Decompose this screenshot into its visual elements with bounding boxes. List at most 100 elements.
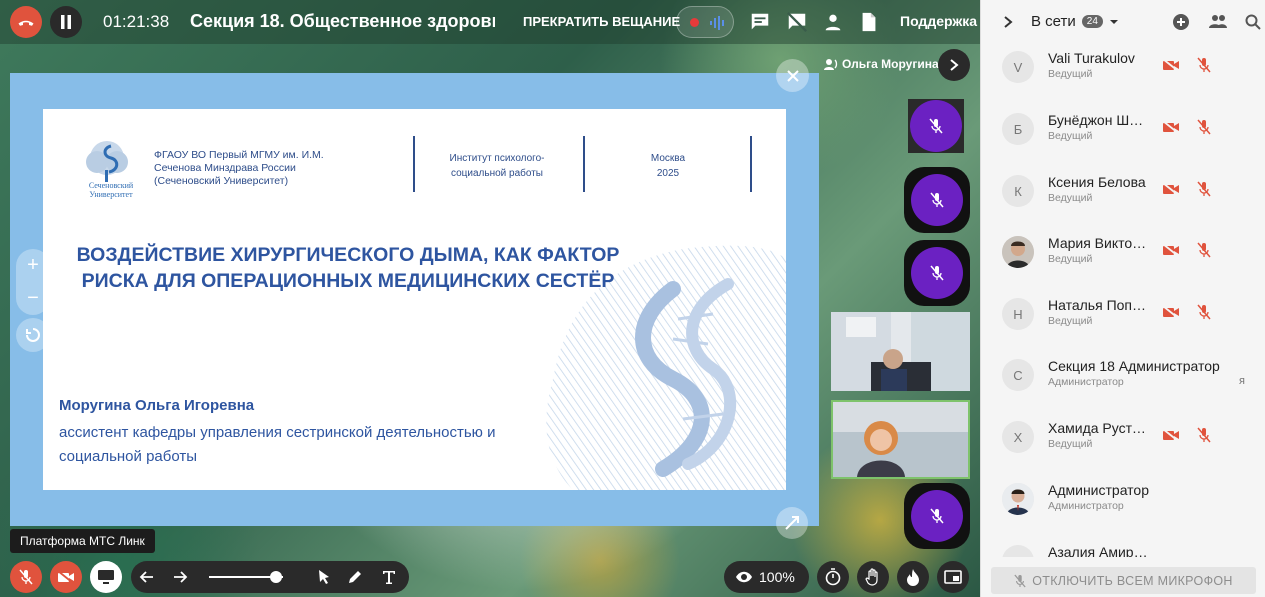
- text-tool-icon[interactable]: [381, 569, 397, 585]
- mic-off-icon: [930, 265, 944, 281]
- self-marker: я: [1239, 375, 1245, 387]
- participant-name: Бунёджон Шавкатов: [1048, 112, 1150, 128]
- participant-row[interactable]: Администратор Администратор: [981, 469, 1265, 531]
- participant-row[interactable]: V Vali Turakulov Ведущий: [981, 37, 1265, 99]
- camera-toggle-button[interactable]: [50, 561, 82, 593]
- participant-tile[interactable]: [904, 167, 970, 233]
- chat-off-icon[interactable]: [786, 11, 808, 33]
- mic-off-icon: [929, 118, 943, 134]
- screen-share-button[interactable]: [90, 561, 122, 593]
- close-slide-button[interactable]: [776, 59, 809, 92]
- pencil-icon[interactable]: [347, 569, 363, 585]
- mic-off-icon: [19, 569, 33, 585]
- participant-row-self[interactable]: С Секция 18 Администратор Администратор …: [981, 345, 1265, 407]
- search-icon[interactable]: [1245, 14, 1261, 30]
- zoom-out-button[interactable]: −: [16, 282, 50, 315]
- volume-slider-handle[interactable]: [270, 571, 282, 583]
- audio-wave-icon: [710, 16, 724, 30]
- participant-role: Ведущий: [1048, 438, 1093, 450]
- pointer-icon[interactable]: [317, 569, 331, 585]
- pause-icon: [61, 15, 71, 29]
- participant-row[interactable]: Мария Викторовна Ведущий: [981, 222, 1265, 284]
- person-icon[interactable]: [822, 11, 844, 33]
- participant-avatar: Х: [1002, 421, 1034, 453]
- city-name: Москва: [650, 153, 686, 164]
- participant-tile[interactable]: [904, 483, 970, 549]
- group-icon[interactable]: [1208, 13, 1228, 29]
- timer-button[interactable]: [817, 561, 849, 593]
- mic-off-icon[interactable]: [1197, 119, 1211, 135]
- chevron-right-icon: [950, 59, 959, 71]
- participant-row[interactable]: Б Бунёджон Шавкатов Ведущий: [981, 99, 1265, 161]
- participant-name: Ксения Белова: [1048, 174, 1146, 190]
- mute-all-label: ОТКЛЮЧИТЬ ВСЕМ МИКРОФОН: [1032, 573, 1233, 588]
- camera-off-icon: [57, 570, 74, 584]
- mic-off-icon[interactable]: [1197, 427, 1211, 443]
- add-icon[interactable]: [1172, 13, 1190, 31]
- mic-off-icon[interactable]: [1197, 57, 1211, 73]
- camera-off-icon[interactable]: [1162, 182, 1180, 196]
- participant-row[interactable]: Азалия Амирова: [981, 531, 1265, 557]
- support-link[interactable]: Поддержка: [900, 13, 977, 29]
- mute-all-button[interactable]: ОТКЛЮЧИТЬ ВСЕМ МИКРОФОН: [991, 567, 1256, 594]
- participant-avatar: [911, 247, 963, 299]
- chat-icon[interactable]: [749, 11, 771, 33]
- divider: [583, 136, 585, 192]
- participant-name: Администратор: [1048, 482, 1150, 498]
- end-call-button[interactable]: [10, 6, 42, 38]
- participant-video-tile-active[interactable]: [831, 400, 970, 479]
- participant-avatar: [1002, 545, 1034, 557]
- user-photo: [1002, 236, 1034, 268]
- participant-name: Секция 18 Администратор: [1048, 358, 1220, 374]
- divider: [750, 136, 752, 192]
- location-date: Москва 2025: [638, 151, 698, 181]
- online-filter[interactable]: В сети 24: [1031, 13, 1119, 30]
- document-icon[interactable]: [858, 11, 880, 33]
- reactions-button[interactable]: [897, 561, 929, 593]
- online-count-badge: 24: [1081, 15, 1103, 28]
- eye-icon: [736, 571, 752, 583]
- zoom-in-button[interactable]: +: [16, 249, 50, 282]
- participant-tile[interactable]: [908, 99, 964, 153]
- viewers-zoom[interactable]: 100%: [724, 561, 809, 593]
- participant-row[interactable]: К Ксения Белова Ведущий: [981, 161, 1265, 223]
- mic-toggle-button[interactable]: [10, 561, 42, 593]
- participant-name: Азалия Амирова: [1048, 544, 1150, 557]
- event-title: Секция 18. Общественное здоровье и: [190, 11, 495, 31]
- camera-off-icon[interactable]: [1162, 243, 1180, 257]
- camera-off-icon[interactable]: [1162, 120, 1180, 134]
- participant-avatar: Б: [1002, 113, 1034, 145]
- camera-off-icon[interactable]: [1162, 58, 1180, 72]
- camera-off-icon[interactable]: [1162, 428, 1180, 442]
- recording-toggle[interactable]: [676, 6, 734, 38]
- reset-view-button[interactable]: [16, 318, 50, 352]
- participant-row[interactable]: Н Наталья Попова Ведущий: [981, 284, 1265, 346]
- expand-slide-button[interactable]: [776, 507, 808, 539]
- author-position: ассистент кафедры управления сестринской…: [59, 424, 496, 465]
- zoom-level: 100%: [759, 569, 795, 585]
- chevron-right-icon[interactable]: [1003, 16, 1013, 28]
- camera-off-icon[interactable]: [1162, 305, 1180, 319]
- participant-avatar: [1002, 483, 1034, 515]
- mic-off-icon[interactable]: [1197, 181, 1211, 197]
- stop-stream-button[interactable]: ПРЕКРАТИТЬ ВЕЩАНИЕ: [523, 14, 680, 29]
- arrow-right-icon[interactable]: [172, 569, 188, 585]
- arrow-left-icon[interactable]: [139, 569, 155, 585]
- expand-icon: [785, 516, 799, 530]
- participant-video-tile[interactable]: [831, 312, 970, 391]
- participant-avatar: [911, 490, 963, 542]
- participant-row[interactable]: Х Хамида Рустамова Ведущий: [981, 407, 1265, 469]
- participant-avatar: [910, 100, 962, 152]
- participant-avatar: Н: [1002, 298, 1034, 330]
- participant-video: [831, 312, 970, 391]
- pause-button[interactable]: [50, 6, 82, 38]
- mic-off-icon: [930, 192, 944, 208]
- participant-role: Администратор: [1048, 376, 1124, 388]
- mic-off-icon[interactable]: [1197, 242, 1211, 258]
- participant-tile[interactable]: [904, 240, 970, 306]
- mic-off-icon[interactable]: [1197, 304, 1211, 320]
- raise-hand-button[interactable]: [857, 561, 889, 593]
- speaking-icon: [824, 59, 838, 70]
- layout-button[interactable]: [937, 561, 969, 593]
- collapse-tiles-button[interactable]: [938, 49, 970, 81]
